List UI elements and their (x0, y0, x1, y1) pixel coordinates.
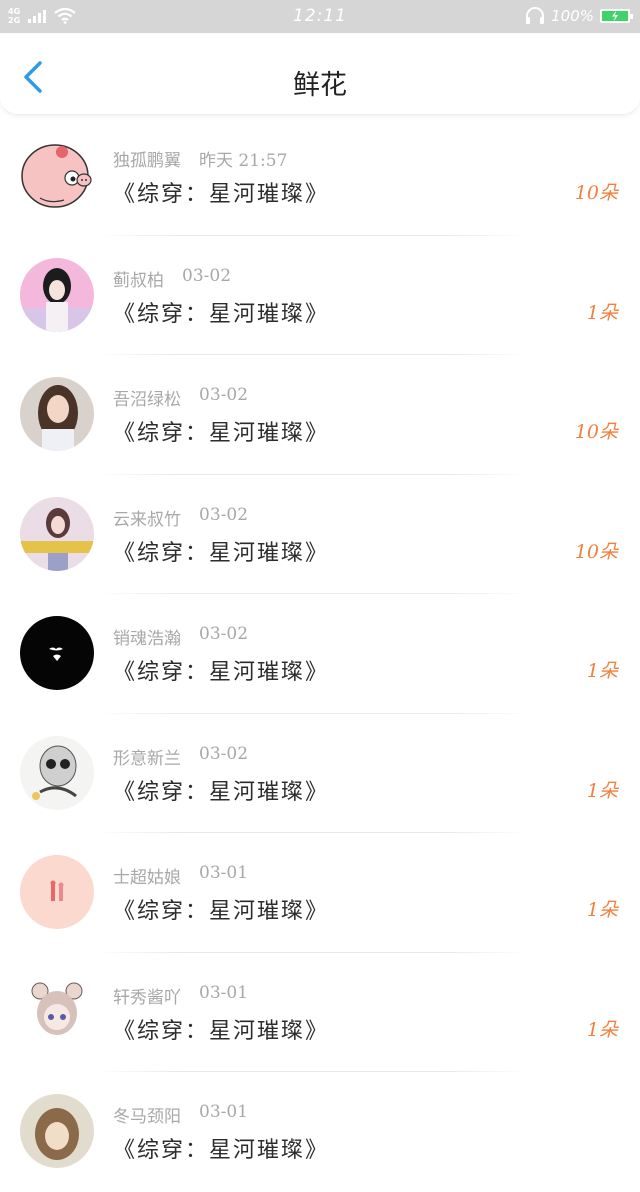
book-title[interactable]: 《综穿：星河璀璨》 (113, 1013, 329, 1045)
book-title[interactable]: 《综穿：星河璀璨》 (113, 176, 329, 208)
list-item[interactable]: 轩秀酱吖 03-01 《综穿：星河璀璨》 1朵 (0, 953, 640, 1072)
book-title[interactable]: 《综穿：星河璀璨》 (113, 654, 329, 686)
user-name[interactable]: 士超姑娘 (113, 863, 181, 888)
avatar[interactable] (20, 616, 94, 690)
avatar[interactable] (20, 496, 94, 571)
headphones-icon (526, 7, 545, 24)
status-right: 100% (525, 5, 633, 27)
user-name[interactable]: 冬马颈阳 (113, 1102, 181, 1127)
item-meta: 轩秀酱吖 03-01 (113, 983, 248, 1008)
user-name[interactable]: 云来叔竹 (113, 505, 181, 530)
flower-list: 独孤鹏翼 昨天 21:57 《综穿：星河璀璨》 10朵 蓟叔柏 03-02 《综… (0, 116, 640, 1192)
item-meta: 蓟叔柏 03-02 (113, 266, 231, 291)
flower-count: 1朵 (586, 301, 618, 324)
user-name[interactable]: 轩秀酱吖 (113, 983, 181, 1008)
timestamp: 03-02 (199, 385, 249, 405)
book-title[interactable]: 《综穿：星河璀璨》 (113, 1132, 329, 1164)
avatar[interactable] (20, 855, 94, 929)
status-bar: 4G 2G 12:11 100% (0, 0, 640, 33)
item-meta: 冬马颈阳 03-01 (113, 1102, 248, 1127)
flower-count: 1朵 (586, 899, 618, 921)
timestamp: 03-01 (199, 1102, 249, 1122)
header: 鲜花 (0, 33, 640, 115)
list-item[interactable]: 云来叔竹 03-02 《综穿：星河璀璨》 10朵 (0, 475, 640, 594)
flower-count: 1朵 (586, 779, 618, 802)
item-meta: 士超姑娘 03-01 (113, 863, 248, 888)
flower-count: 1朵 (586, 1018, 618, 1041)
timestamp: 03-01 (199, 863, 249, 883)
avatar[interactable] (20, 377, 94, 451)
book-title[interactable]: 《综穿：星河璀璨》 (113, 415, 329, 447)
book-title[interactable]: 《综穿：星河璀璨》 (113, 774, 329, 806)
list-item[interactable]: 冬马颈阳 03-01 《综穿：星河璀璨》 (0, 1072, 640, 1192)
list-item[interactable]: 蓟叔柏 03-02 《综穿：星河璀璨》 1朵 (0, 236, 640, 355)
battery-percent: 100% (551, 7, 594, 25)
page-title: 鲜花 (293, 70, 347, 101)
battery-icon (600, 9, 633, 23)
user-name[interactable]: 销魂浩瀚 (113, 624, 181, 649)
timestamp: 昨天 21:57 (199, 151, 288, 171)
timestamp: 03-02 (182, 265, 232, 286)
user-name[interactable]: 吾沼绿松 (113, 385, 181, 410)
list-item[interactable]: 士超姑娘 03-01 《综穿：星河璀璨》 1朵 (0, 833, 640, 953)
item-meta: 销魂浩瀚 03-02 (113, 624, 248, 649)
avatar[interactable] (20, 138, 94, 212)
timestamp: 03-02 (199, 743, 249, 764)
book-title[interactable]: 《综穿：星河璀璨》 (113, 893, 329, 925)
user-name[interactable]: 形意新兰 (113, 744, 181, 769)
avatar[interactable] (20, 735, 94, 810)
flower-count: 1朵 (586, 660, 618, 682)
timestamp: 03-02 (199, 624, 249, 644)
avatar[interactable] (20, 1094, 94, 1168)
flower-count: 10朵 (574, 421, 618, 443)
list-item[interactable]: 形意新兰 03-02 《综穿：星河璀璨》 1朵 (0, 714, 640, 833)
book-title[interactable]: 《综穿：星河璀璨》 (113, 535, 329, 567)
timestamp: 03-01 (199, 982, 249, 1003)
avatar[interactable] (20, 974, 94, 1049)
item-meta: 独孤鹏翼 昨天 21:57 (113, 146, 287, 171)
list-item[interactable]: 销魂浩瀚 03-02 《综穿：星河璀璨》 1朵 (0, 594, 640, 714)
list-item[interactable]: 独孤鹏翼 昨天 21:57 《综穿：星河璀璨》 10朵 (0, 116, 640, 236)
item-meta: 吾沼绿松 03-02 (113, 385, 248, 410)
timestamp: 03-02 (199, 504, 249, 525)
user-name[interactable]: 独孤鹏翼 (113, 146, 181, 171)
item-meta: 形意新兰 03-02 (113, 744, 248, 769)
flower-count: 10朵 (574, 540, 618, 563)
flower-count: 10朵 (574, 182, 618, 204)
avatar[interactable] (20, 257, 94, 332)
item-meta: 云来叔竹 03-02 (113, 505, 248, 530)
book-title[interactable]: 《综穿：星河璀璨》 (113, 296, 329, 328)
user-name[interactable]: 蓟叔柏 (113, 266, 164, 291)
list-item[interactable]: 吾沼绿松 03-02 《综穿：星河璀璨》 10朵 (0, 355, 640, 475)
